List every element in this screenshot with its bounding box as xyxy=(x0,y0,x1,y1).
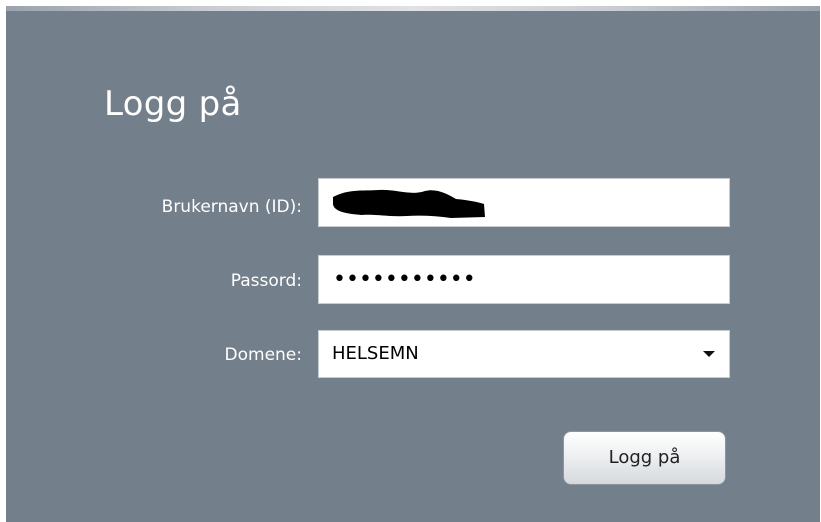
login-button[interactable]: Logg på xyxy=(563,431,726,485)
domain-select[interactable]: HELSEMN xyxy=(318,330,730,378)
password-label: Passord: xyxy=(230,271,302,291)
password-value: ••••••••••• xyxy=(333,267,476,292)
chevron-down-icon[interactable] xyxy=(703,351,715,357)
domain-label: Domene: xyxy=(224,345,302,365)
password-field[interactable]: ••••••••••• xyxy=(318,255,730,304)
top-border xyxy=(6,6,820,11)
username-label: Brukernavn (ID): xyxy=(161,197,302,217)
username-field[interactable] xyxy=(318,178,730,227)
page-title: Logg på xyxy=(104,84,242,124)
domain-select-value: HELSEMN xyxy=(332,343,419,364)
redaction-mark xyxy=(333,189,485,218)
